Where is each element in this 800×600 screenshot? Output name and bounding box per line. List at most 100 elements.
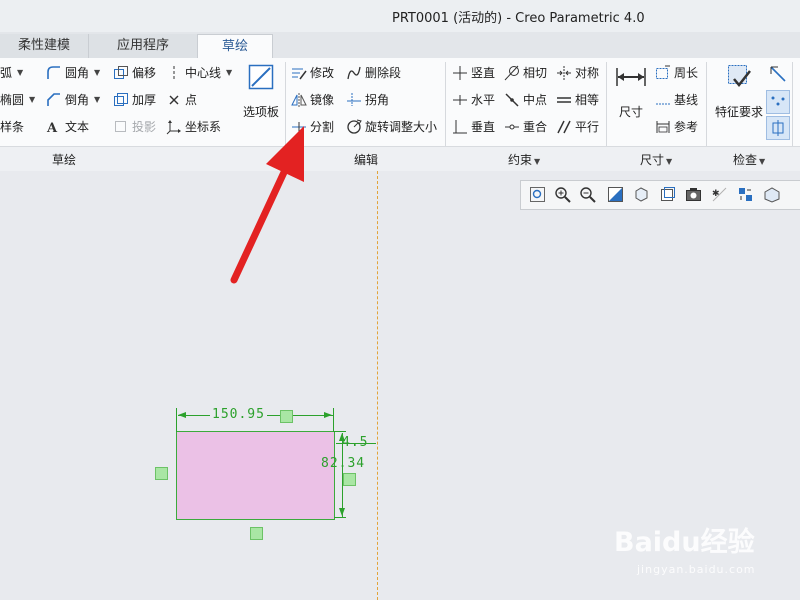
ellipse-label: 椭圆 bbox=[0, 93, 25, 107]
graphics-toolbar: ✱ bbox=[520, 180, 800, 210]
tab-sketch[interactable]: 草绘 bbox=[197, 34, 273, 60]
ribbon-tab-row: 柔性建模 应用程序 草绘 bbox=[0, 32, 800, 60]
repaint-icon[interactable] bbox=[607, 186, 624, 203]
constraint-perpendicular-button[interactable]: 垂直 bbox=[452, 116, 495, 138]
thicken-button[interactable]: 加厚 bbox=[113, 89, 156, 111]
dimension-button[interactable]: 尺寸 bbox=[612, 62, 650, 132]
horizontal-label: 水平 bbox=[471, 93, 496, 107]
sketch-view-icon[interactable] bbox=[763, 186, 780, 203]
view-manager-icon[interactable] bbox=[685, 186, 702, 203]
edge-handle-bottom[interactable] bbox=[250, 527, 263, 540]
shade-closed-loops-icon[interactable] bbox=[766, 90, 790, 114]
svg-text:A: A bbox=[46, 121, 58, 135]
centerline-icon bbox=[166, 65, 182, 81]
feature-requirements-button[interactable]: 特征要求 bbox=[710, 62, 768, 132]
refit-icon[interactable] bbox=[529, 186, 546, 203]
delete-segment-button[interactable]: 删除段 bbox=[346, 62, 401, 84]
coincident-icon bbox=[504, 119, 520, 135]
group-label-edit: 编辑 bbox=[354, 153, 379, 167]
project-button[interactable]: 投影 bbox=[113, 116, 156, 138]
reference-button[interactable]: 参考 bbox=[655, 116, 698, 138]
chevron-down-icon[interactable]: ▼ bbox=[29, 89, 35, 111]
centerline-button[interactable]: 中心线 ▼ bbox=[166, 62, 232, 84]
rotate-resize-button[interactable]: 旋转调整大小 bbox=[346, 116, 437, 138]
sketch-rectangle[interactable] bbox=[176, 431, 335, 520]
perimeter-button[interactable]: 周长 bbox=[655, 62, 698, 84]
edge-handle-top[interactable] bbox=[280, 410, 293, 423]
zoom-in-icon[interactable] bbox=[554, 186, 571, 203]
perpendicular-icon bbox=[452, 119, 468, 135]
chevron-down-icon: ▼ bbox=[534, 157, 541, 166]
group-label-inspect[interactable]: 检查 ▼ bbox=[733, 151, 765, 168]
coordsys-label: 坐标系 bbox=[185, 120, 222, 134]
overlap-icon[interactable] bbox=[768, 64, 788, 84]
modify-button[interactable]: 修改 bbox=[291, 62, 334, 84]
perimeter-label: 周长 bbox=[674, 66, 699, 80]
chevron-down-icon[interactable]: ▼ bbox=[226, 62, 232, 84]
fillet-button[interactable]: 圆角 ▼ bbox=[46, 62, 100, 84]
offset-button[interactable]: 偏移 bbox=[113, 62, 156, 84]
saved-orientations-icon[interactable] bbox=[659, 186, 676, 203]
tab-applications[interactable]: 应用程序 bbox=[89, 34, 198, 58]
point-icon bbox=[166, 92, 182, 108]
corner-button[interactable]: 拐角 bbox=[346, 89, 389, 111]
thicken-label: 加厚 bbox=[132, 93, 157, 107]
group-label-sketch: 草绘 bbox=[52, 153, 77, 167]
symmetric-icon bbox=[556, 65, 572, 81]
chamfer-button[interactable]: 倒角 ▼ bbox=[46, 89, 100, 111]
watermark-logo: Baidu经验 bbox=[614, 527, 755, 558]
sketcher-display-icon[interactable] bbox=[737, 186, 754, 203]
width-dimension[interactable]: 150.95 bbox=[210, 407, 267, 422]
horizontal-icon bbox=[452, 92, 468, 108]
symmetric-label: 对称 bbox=[575, 66, 600, 80]
constraint-midpoint-button[interactable]: 中点 bbox=[504, 89, 547, 111]
group-label-constrain[interactable]: 约束 ▼ bbox=[508, 151, 540, 168]
offset-dimension[interactable]: 4.5 bbox=[342, 435, 368, 450]
dimension-arrow bbox=[178, 412, 186, 418]
chevron-down-icon[interactable]: ▼ bbox=[94, 62, 100, 84]
spline-button[interactable]: 样条 bbox=[0, 116, 24, 138]
coordsys-icon bbox=[166, 119, 182, 135]
modify-icon bbox=[291, 65, 307, 81]
chevron-down-icon[interactable]: ▼ bbox=[94, 89, 100, 111]
highlight-open-ends-icon[interactable] bbox=[766, 116, 790, 140]
arc-button[interactable]: 弧 ▼ bbox=[0, 62, 23, 84]
dimension-icon bbox=[614, 62, 648, 92]
constraint-vertical-button[interactable]: 竖直 bbox=[452, 62, 495, 84]
constraint-tangent-button[interactable]: 相切 bbox=[504, 62, 547, 84]
parallel-icon bbox=[556, 119, 572, 135]
group-label-dimension[interactable]: 尺寸 ▼ bbox=[640, 151, 672, 168]
coordinate-system-button[interactable]: 坐标系 bbox=[166, 116, 221, 138]
rotate-resize-icon bbox=[346, 119, 362, 135]
constraint-parallel-button[interactable]: 平行 bbox=[556, 116, 599, 138]
text-button[interactable]: A 文本 bbox=[46, 116, 89, 138]
spline-label: 样条 bbox=[0, 120, 25, 134]
baseline-label: 基线 bbox=[674, 93, 699, 107]
palette-icon bbox=[246, 62, 276, 92]
baseline-button[interactable]: 基线 bbox=[655, 89, 698, 111]
equal-icon bbox=[556, 92, 572, 108]
dimension-extension-line bbox=[176, 408, 177, 432]
chevron-down-icon: ▼ bbox=[666, 157, 673, 166]
display-style-icon[interactable] bbox=[633, 186, 650, 203]
mirror-icon bbox=[291, 92, 307, 108]
mirror-button[interactable]: 镜像 bbox=[291, 89, 334, 111]
constraint-horizontal-button[interactable]: 水平 bbox=[452, 89, 495, 111]
edge-handle-left[interactable] bbox=[155, 467, 168, 480]
offset-label: 偏移 bbox=[132, 66, 157, 80]
constraint-coincident-button[interactable]: 重合 bbox=[504, 116, 547, 138]
zoom-out-icon[interactable] bbox=[579, 186, 596, 203]
watermark-url: jingyan.baidu.com bbox=[637, 563, 756, 576]
point-button[interactable]: 点 bbox=[166, 89, 197, 111]
constraint-equal-button[interactable]: 相等 bbox=[556, 89, 599, 111]
datum-display-icon[interactable]: ✱ bbox=[711, 186, 728, 203]
chevron-down-icon[interactable]: ▼ bbox=[17, 62, 23, 84]
height-dimension[interactable]: 82.34 bbox=[321, 456, 365, 471]
edge-handle-right[interactable] bbox=[343, 473, 356, 486]
chevron-down-icon: ▼ bbox=[759, 157, 766, 166]
window-title: PRT0001 (活动的) - Creo Parametric 4.0 bbox=[392, 11, 645, 26]
midpoint-icon bbox=[504, 92, 520, 108]
ellipse-button[interactable]: 椭圆 ▼ bbox=[0, 89, 35, 111]
tab-flexible-modeling[interactable]: 柔性建模 bbox=[0, 34, 89, 58]
constraint-symmetric-button[interactable]: 对称 bbox=[556, 62, 599, 84]
